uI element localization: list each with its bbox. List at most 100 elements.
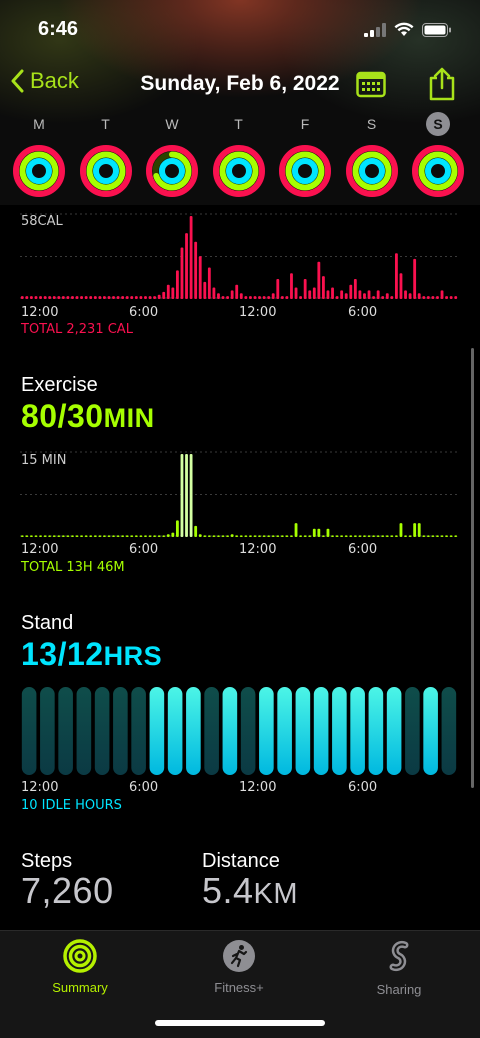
chart-bar — [185, 233, 188, 299]
chart-bar — [271, 293, 275, 299]
chart-bar — [394, 253, 398, 299]
chart-bar — [80, 296, 84, 299]
stand-bar-active — [167, 687, 183, 775]
day-2[interactable]: W — [145, 112, 199, 203]
chart-bar — [399, 523, 403, 537]
status-icons — [364, 22, 452, 37]
chart-bar — [294, 523, 298, 537]
chart-bar — [125, 296, 129, 299]
day-letter-text: M — [33, 116, 45, 132]
tab-sharing[interactable]: Sharing — [339, 939, 459, 997]
chart-bar — [20, 296, 24, 299]
day-letter: F — [278, 112, 332, 136]
scroll-indicator[interactable] — [471, 348, 474, 788]
chart-bar — [367, 290, 371, 299]
chart-bar — [148, 296, 152, 299]
chart-bar — [212, 287, 216, 299]
chart-bar — [454, 296, 458, 299]
chart-bar — [344, 293, 348, 299]
chart-bar — [139, 535, 143, 537]
chart-bar — [436, 296, 439, 299]
tab-fitness-plus-label: Fitness+ — [214, 980, 264, 995]
stand-title: Stand — [21, 612, 74, 634]
calendar-icon[interactable] — [356, 70, 386, 98]
chart-bar — [166, 284, 170, 299]
chart-bar — [203, 535, 207, 537]
chart-bar — [175, 270, 179, 299]
chart-bar — [404, 290, 407, 299]
chart-bar — [48, 296, 52, 299]
exercise-value-number: 80/30 — [21, 398, 104, 434]
axis-tick-label: 6:00 — [129, 305, 159, 320]
tab-fitness-plus[interactable]: Fitness+ — [179, 939, 299, 995]
chart-bar — [358, 290, 362, 299]
stand-bar-idle — [94, 687, 110, 775]
chart-bar — [71, 535, 74, 537]
chart-bar — [417, 523, 421, 537]
tab-summary-label: Summary — [52, 980, 108, 995]
chart-bar — [248, 535, 252, 537]
day-6[interactable]: S — [411, 112, 465, 203]
chart-bar — [303, 278, 307, 299]
chart-bar — [349, 535, 353, 537]
chart-bar — [203, 281, 207, 299]
chart-bar — [25, 296, 29, 299]
day-5[interactable]: S — [345, 112, 399, 203]
stand-bar-idle — [441, 687, 457, 775]
day-3[interactable]: T — [212, 112, 266, 203]
chart-bar — [321, 276, 325, 299]
stand-value: 13/12HRS — [21, 636, 162, 673]
chart-bar — [107, 535, 111, 537]
move-total: TOTAL 2,231 CAL — [21, 322, 133, 337]
tab-summary[interactable]: Summary — [20, 939, 140, 995]
chart-bar — [248, 296, 252, 299]
chart-bar — [189, 454, 193, 537]
chart-bar — [107, 296, 111, 299]
chart-bar — [153, 535, 157, 537]
chart-bar — [34, 296, 38, 299]
chart-bar — [116, 296, 120, 299]
chart-bar — [394, 535, 398, 537]
exercise-unit: MIN — [103, 403, 155, 433]
distance-unit: KM — [253, 878, 299, 910]
chart-bar — [372, 535, 376, 537]
chart-bar — [239, 293, 243, 299]
day-letter-text: W — [165, 116, 179, 132]
share-icon[interactable] — [428, 66, 456, 102]
chart-bar — [267, 535, 271, 537]
chart-bar — [326, 528, 330, 537]
chart-bar — [235, 535, 239, 537]
chart-bar — [162, 535, 166, 537]
stand-bar-idle — [240, 687, 256, 775]
stand-value-number: 13/12 — [21, 636, 104, 672]
stand-bar-idle — [113, 687, 128, 775]
home-indicator[interactable] — [155, 1020, 325, 1026]
chart-bar — [217, 293, 220, 299]
wifi-icon — [394, 22, 414, 36]
chart-bar — [157, 294, 161, 299]
stand-bar-active — [295, 687, 311, 775]
chart-bar — [61, 535, 65, 537]
stand-axis: 12:00 6:00 12:00 6:00 — [21, 780, 461, 796]
chart-bar — [57, 535, 61, 537]
exercise-title: Exercise — [21, 374, 98, 396]
day-4[interactable]: F — [278, 112, 332, 203]
axis-tick-label: 6:00 — [129, 542, 159, 557]
status-bar: 6:46 — [0, 0, 480, 60]
chart-bar — [75, 296, 79, 299]
exercise-total: TOTAL 13H 46M — [21, 560, 125, 575]
chart-bar — [312, 287, 316, 299]
chart-bar — [162, 291, 166, 299]
day-0[interactable]: M — [12, 112, 66, 203]
chart-bar — [262, 296, 266, 299]
chart-bar — [385, 293, 389, 299]
day-1[interactable]: T — [79, 112, 133, 203]
chart-bar — [226, 296, 230, 299]
chart-bar — [267, 296, 271, 299]
chart-bar — [207, 267, 211, 299]
chart-bar — [198, 534, 202, 537]
chart-bar — [445, 296, 449, 299]
chart-bar — [404, 535, 407, 537]
chart-bar — [175, 520, 179, 537]
chart-bar — [285, 296, 289, 299]
